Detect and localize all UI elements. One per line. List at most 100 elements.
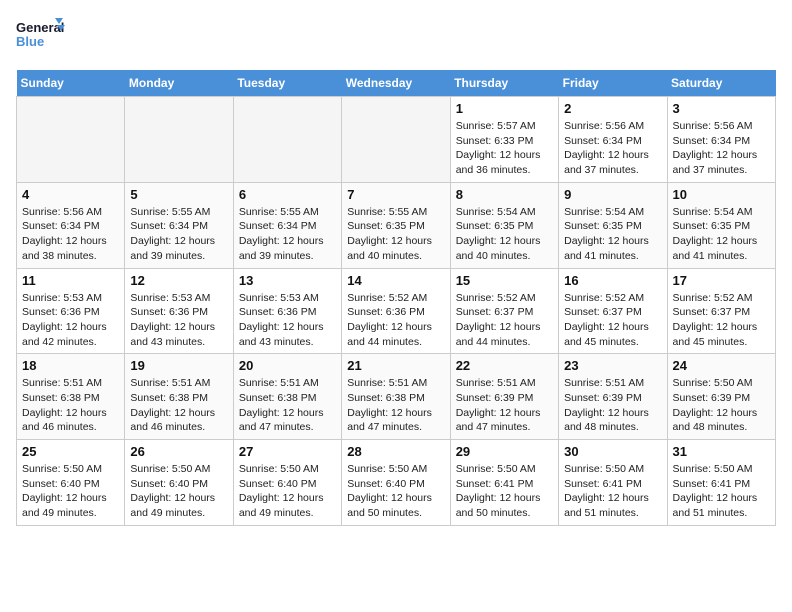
calendar-week-2: 4 Sunrise: 5:56 AM Sunset: 6:34 PM Daylig… bbox=[17, 182, 776, 268]
day-number: 2 bbox=[564, 101, 661, 116]
day-info: Sunrise: 5:50 AM Sunset: 6:41 PM Dayligh… bbox=[456, 462, 553, 521]
day-info: Sunrise: 5:55 AM Sunset: 6:34 PM Dayligh… bbox=[130, 205, 227, 264]
calendar-week-3: 11 Sunrise: 5:53 AM Sunset: 6:36 PM Dayli… bbox=[17, 268, 776, 354]
day-number: 28 bbox=[347, 444, 444, 459]
calendar-cell: 15 Sunrise: 5:52 AM Sunset: 6:37 PM Dayli… bbox=[450, 268, 558, 354]
day-number: 13 bbox=[239, 273, 336, 288]
day-number: 1 bbox=[456, 101, 553, 116]
calendar-week-4: 18 Sunrise: 5:51 AM Sunset: 6:38 PM Dayli… bbox=[17, 354, 776, 440]
day-info: Sunrise: 5:51 AM Sunset: 6:39 PM Dayligh… bbox=[456, 376, 553, 435]
day-number: 21 bbox=[347, 358, 444, 373]
calendar-cell: 14 Sunrise: 5:52 AM Sunset: 6:36 PM Dayli… bbox=[342, 268, 450, 354]
day-number: 26 bbox=[130, 444, 227, 459]
day-info: Sunrise: 5:56 AM Sunset: 6:34 PM Dayligh… bbox=[673, 119, 770, 178]
calendar-cell: 7Sunrise: 5:55 AM Sunset: 6:35 PM Daylig… bbox=[342, 182, 450, 268]
calendar-cell: 31 Sunrise: 5:50 AM Sunset: 6:41 PM Dayli… bbox=[667, 440, 775, 526]
weekday-header-wednesday: Wednesday bbox=[342, 70, 450, 97]
day-info: Sunrise: 5:52 AM Sunset: 6:37 PM Dayligh… bbox=[564, 291, 661, 350]
weekday-header-tuesday: Tuesday bbox=[233, 70, 341, 97]
day-number: 14 bbox=[347, 273, 444, 288]
day-number: 15 bbox=[456, 273, 553, 288]
calendar-cell: 23 Sunrise: 5:51 AM Sunset: 6:39 PM Dayli… bbox=[559, 354, 667, 440]
day-number: 20 bbox=[239, 358, 336, 373]
day-number: 29 bbox=[456, 444, 553, 459]
calendar-cell: 27 Sunrise: 5:50 AM Sunset: 6:40 PM Dayli… bbox=[233, 440, 341, 526]
calendar-cell: 30Sunrise: 5:50 AM Sunset: 6:41 PM Dayli… bbox=[559, 440, 667, 526]
calendar-cell bbox=[125, 97, 233, 183]
calendar-cell: 1 Sunrise: 5:57 AM Sunset: 6:33 PM Daylig… bbox=[450, 97, 558, 183]
calendar-cell: 29 Sunrise: 5:50 AM Sunset: 6:41 PM Dayli… bbox=[450, 440, 558, 526]
calendar-cell: 16Sunrise: 5:52 AM Sunset: 6:37 PM Dayli… bbox=[559, 268, 667, 354]
calendar-cell: 5 Sunrise: 5:55 AM Sunset: 6:34 PM Daylig… bbox=[125, 182, 233, 268]
calendar-cell: 25 Sunrise: 5:50 AM Sunset: 6:40 PM Dayli… bbox=[17, 440, 125, 526]
weekday-header-monday: Monday bbox=[125, 70, 233, 97]
day-number: 27 bbox=[239, 444, 336, 459]
day-number: 17 bbox=[673, 273, 770, 288]
calendar-cell: 13 Sunrise: 5:53 AM Sunset: 6:36 PM Dayli… bbox=[233, 268, 341, 354]
day-number: 5 bbox=[130, 187, 227, 202]
calendar-cell: 8Sunrise: 5:54 AM Sunset: 6:35 PM Daylig… bbox=[450, 182, 558, 268]
day-number: 23 bbox=[564, 358, 661, 373]
day-number: 12 bbox=[130, 273, 227, 288]
day-number: 30 bbox=[564, 444, 661, 459]
calendar-cell: 28 Sunrise: 5:50 AM Sunset: 6:40 PM Dayli… bbox=[342, 440, 450, 526]
day-number: 25 bbox=[22, 444, 119, 459]
calendar-cell: 2 Sunrise: 5:56 AM Sunset: 6:34 PM Daylig… bbox=[559, 97, 667, 183]
calendar-cell: 9 Sunrise: 5:54 AM Sunset: 6:35 PM Daylig… bbox=[559, 182, 667, 268]
day-number: 4 bbox=[22, 187, 119, 202]
calendar-cell: 26 Sunrise: 5:50 AM Sunset: 6:40 PM Dayli… bbox=[125, 440, 233, 526]
calendar-cell: 18 Sunrise: 5:51 AM Sunset: 6:38 PM Dayli… bbox=[17, 354, 125, 440]
day-number: 24 bbox=[673, 358, 770, 373]
calendar-table: SundayMondayTuesdayWednesdayThursdayFrid… bbox=[16, 70, 776, 526]
calendar-cell: 12Sunrise: 5:53 AM Sunset: 6:36 PM Dayli… bbox=[125, 268, 233, 354]
svg-text:Blue: Blue bbox=[16, 34, 44, 49]
day-number: 18 bbox=[22, 358, 119, 373]
day-info: Sunrise: 5:57 AM Sunset: 6:33 PM Dayligh… bbox=[456, 119, 553, 178]
day-info: Sunrise: 5:56 AM Sunset: 6:34 PM Dayligh… bbox=[22, 205, 119, 264]
day-info: Sunrise: 5:52 AM Sunset: 6:37 PM Dayligh… bbox=[673, 291, 770, 350]
day-info: Sunrise: 5:51 AM Sunset: 6:38 PM Dayligh… bbox=[347, 376, 444, 435]
calendar-cell: 21 Sunrise: 5:51 AM Sunset: 6:38 PM Dayli… bbox=[342, 354, 450, 440]
day-info: Sunrise: 5:53 AM Sunset: 6:36 PM Dayligh… bbox=[22, 291, 119, 350]
calendar-cell bbox=[342, 97, 450, 183]
weekday-header-saturday: Saturday bbox=[667, 70, 775, 97]
day-number: 19 bbox=[130, 358, 227, 373]
day-info: Sunrise: 5:50 AM Sunset: 6:40 PM Dayligh… bbox=[239, 462, 336, 521]
day-info: Sunrise: 5:51 AM Sunset: 6:38 PM Dayligh… bbox=[22, 376, 119, 435]
day-info: Sunrise: 5:51 AM Sunset: 6:38 PM Dayligh… bbox=[239, 376, 336, 435]
calendar-cell: 22 Sunrise: 5:51 AM Sunset: 6:39 PM Dayli… bbox=[450, 354, 558, 440]
day-number: 10 bbox=[673, 187, 770, 202]
day-info: Sunrise: 5:54 AM Sunset: 6:35 PM Dayligh… bbox=[564, 205, 661, 264]
day-info: Sunrise: 5:52 AM Sunset: 6:36 PM Dayligh… bbox=[347, 291, 444, 350]
day-info: Sunrise: 5:55 AM Sunset: 6:34 PM Dayligh… bbox=[239, 205, 336, 264]
weekday-header-thursday: Thursday bbox=[450, 70, 558, 97]
calendar-cell: 6Sunrise: 5:55 AM Sunset: 6:34 PM Daylig… bbox=[233, 182, 341, 268]
day-number: 11 bbox=[22, 273, 119, 288]
svg-text:General: General bbox=[16, 20, 64, 35]
day-info: Sunrise: 5:50 AM Sunset: 6:40 PM Dayligh… bbox=[130, 462, 227, 521]
day-info: Sunrise: 5:53 AM Sunset: 6:36 PM Dayligh… bbox=[239, 291, 336, 350]
logo: General Blue bbox=[16, 16, 66, 58]
calendar-cell: 20 Sunrise: 5:51 AM Sunset: 6:38 PM Dayli… bbox=[233, 354, 341, 440]
calendar-cell: 17 Sunrise: 5:52 AM Sunset: 6:37 PM Dayli… bbox=[667, 268, 775, 354]
day-info: Sunrise: 5:56 AM Sunset: 6:34 PM Dayligh… bbox=[564, 119, 661, 178]
day-info: Sunrise: 5:51 AM Sunset: 6:39 PM Dayligh… bbox=[564, 376, 661, 435]
calendar-cell: 3Sunrise: 5:56 AM Sunset: 6:34 PM Daylig… bbox=[667, 97, 775, 183]
day-number: 31 bbox=[673, 444, 770, 459]
day-info: Sunrise: 5:50 AM Sunset: 6:40 PM Dayligh… bbox=[347, 462, 444, 521]
day-info: Sunrise: 5:52 AM Sunset: 6:37 PM Dayligh… bbox=[456, 291, 553, 350]
day-info: Sunrise: 5:54 AM Sunset: 6:35 PM Dayligh… bbox=[673, 205, 770, 264]
calendar-cell: 4 Sunrise: 5:56 AM Sunset: 6:34 PM Daylig… bbox=[17, 182, 125, 268]
calendar-cell bbox=[17, 97, 125, 183]
calendar-cell: 19 Sunrise: 5:51 AM Sunset: 6:38 PM Dayli… bbox=[125, 354, 233, 440]
weekday-header-sunday: Sunday bbox=[17, 70, 125, 97]
calendar-cell: 24 Sunrise: 5:50 AM Sunset: 6:39 PM Dayli… bbox=[667, 354, 775, 440]
day-info: Sunrise: 5:50 AM Sunset: 6:39 PM Dayligh… bbox=[673, 376, 770, 435]
calendar-header: General Blue bbox=[16, 16, 776, 58]
day-info: Sunrise: 5:50 AM Sunset: 6:40 PM Dayligh… bbox=[22, 462, 119, 521]
day-number: 9 bbox=[564, 187, 661, 202]
day-number: 22 bbox=[456, 358, 553, 373]
day-info: Sunrise: 5:50 AM Sunset: 6:41 PM Dayligh… bbox=[673, 462, 770, 521]
day-info: Sunrise: 5:51 AM Sunset: 6:38 PM Dayligh… bbox=[130, 376, 227, 435]
calendar-week-1: 1 Sunrise: 5:57 AM Sunset: 6:33 PM Daylig… bbox=[17, 97, 776, 183]
